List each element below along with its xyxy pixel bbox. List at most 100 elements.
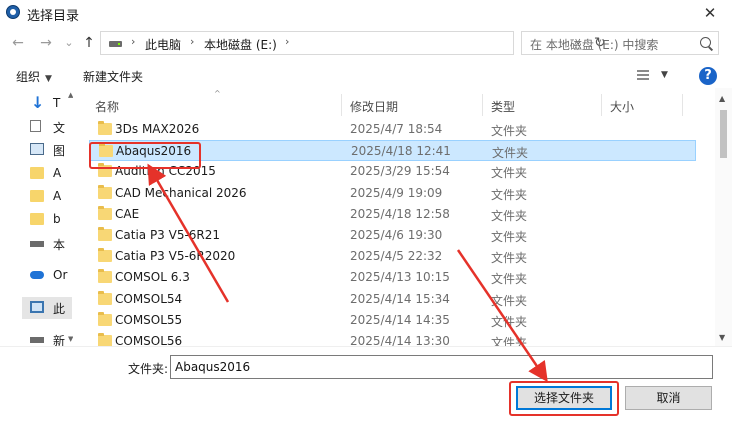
sidebar-item-label: 本	[53, 238, 66, 252]
cancel-button[interactable]: 取消	[625, 386, 712, 410]
column-divider[interactable]	[341, 94, 342, 116]
sidebar-item-new-volume[interactable]: 新	[22, 329, 73, 346]
close-button[interactable]: ✕	[688, 0, 732, 26]
table-row[interactable]: Catia P3 V5-6R2020 2025/4/5 22:32 文件夹	[89, 246, 696, 267]
file-date: 2025/4/9 19:09	[350, 185, 443, 200]
annotation-highlight-file	[89, 142, 201, 169]
sort-ascending-icon: ^	[214, 89, 221, 98]
sidebar-item-onedrive[interactable]: Or	[22, 265, 73, 287]
folder-label: 文件夹:	[128, 362, 169, 376]
folder-icon	[98, 290, 112, 305]
folder-icon	[98, 311, 112, 326]
file-date: 2025/4/6 19:30	[350, 227, 443, 242]
table-row[interactable]: 3Ds MAX2026 2025/4/7 18:54 文件夹	[89, 119, 696, 140]
column-divider[interactable]	[682, 94, 683, 116]
folder-icon	[30, 190, 44, 202]
breadcrumb-separator-icon[interactable]: ›	[190, 35, 194, 48]
view-options-icon[interactable]	[637, 70, 649, 82]
sidebar-item-label: A	[53, 166, 62, 180]
scrollbar-thumb[interactable]	[720, 110, 727, 158]
caret-down-icon: ▼	[45, 74, 52, 84]
table-row[interactable]: COMSOL55 2025/4/14 14:35 文件夹	[89, 310, 696, 331]
new-folder-button[interactable]: 新建文件夹	[83, 68, 143, 85]
sidebar-item-label: 文	[53, 121, 66, 135]
drive-icon	[30, 241, 44, 247]
document-icon	[30, 120, 41, 132]
table-row[interactable]: COMSOL 6.3 2025/4/13 10:15 文件夹	[89, 267, 696, 288]
file-type: 文件夹	[491, 229, 528, 244]
download-icon	[30, 93, 44, 112]
table-row[interactable]: CAD Mechanical 2026 2025/4/9 19:09 文件夹	[89, 183, 696, 204]
address-bar[interactable]: › 此电脑 › 本地磁盘 (E:) › ⌄ ↻	[100, 31, 606, 55]
file-type: 文件夹	[491, 335, 528, 346]
file-list-scrollbar[interactable]: ▲ ▼	[715, 88, 732, 346]
folder-icon	[30, 167, 44, 179]
search-box[interactable]: 在 本地磁盘 (E:) 中搜索	[521, 31, 719, 55]
column-modified[interactable]: 修改日期	[350, 98, 398, 115]
sidebar-item-folder-a1[interactable]: A	[22, 163, 73, 185]
view-caret-icon[interactable]: ▼	[661, 70, 668, 80]
organize-label: 组织	[16, 70, 41, 84]
command-toolbar: 组织 ▼ 新建文件夹 ▼ ?	[0, 64, 732, 88]
file-name: COMSOL 6.3	[115, 270, 190, 285]
table-row[interactable]: COMSOL54 2025/4/14 15:34 文件夹	[89, 289, 696, 310]
column-divider[interactable]	[482, 94, 483, 116]
breadcrumb-local-disk[interactable]: 本地磁盘 (E:)	[204, 36, 277, 53]
sidebar-item-this-pc[interactable]: 此	[22, 297, 72, 319]
file-name: COMSOL56	[115, 333, 183, 346]
organize-menu[interactable]: 组织 ▼	[16, 68, 52, 85]
sidebar-item-local-disk[interactable]: 本	[22, 233, 73, 255]
folder-icon	[98, 205, 112, 220]
up-icon[interactable]: ↑	[80, 34, 98, 52]
file-date: 2025/4/14 14:35	[350, 312, 450, 327]
recent-locations-icon[interactable]: ⌄	[60, 34, 78, 52]
sidebar-item-pictures[interactable]: 图	[22, 139, 73, 161]
search-placeholder[interactable]: 在 本地磁盘 (E:) 中搜索	[530, 36, 658, 53]
table-row[interactable]: CAE 2025/4/18 12:58 文件夹	[89, 204, 696, 225]
app-icon	[6, 5, 20, 19]
table-row[interactable]: COMSOL56 2025/4/14 13:30 文件夹	[89, 331, 696, 346]
sidebar-item-downloads[interactable]: T	[22, 93, 73, 115]
file-type: 文件夹	[491, 314, 528, 329]
breadcrumb-separator-icon[interactable]: ›	[285, 35, 289, 48]
folder-input[interactable]	[170, 355, 713, 379]
search-icon[interactable]	[700, 37, 711, 48]
forward-icon[interactable]: →	[37, 34, 55, 52]
column-header-row: ^ 名称 修改日期 类型 大小	[73, 88, 716, 118]
folder-icon	[30, 213, 44, 225]
column-size[interactable]: 大小	[610, 98, 634, 115]
file-date: 2025/4/5 22:32	[350, 249, 443, 264]
sidebar-item-label: b	[53, 212, 61, 226]
file-date: 2025/4/14 15:34	[350, 291, 450, 306]
file-name: CAE	[115, 206, 140, 221]
sidebar-item-documents[interactable]: 文	[22, 116, 73, 138]
file-date: 2025/4/7 18:54	[350, 122, 443, 136]
computer-icon	[30, 301, 44, 313]
file-type: 文件夹	[491, 208, 528, 223]
sidebar-item-folder-b[interactable]: b	[22, 209, 73, 231]
column-divider[interactable]	[601, 94, 602, 116]
column-type[interactable]: 类型	[491, 98, 515, 115]
file-type: 文件夹	[491, 124, 528, 138]
sidebar-item-label: A	[53, 189, 62, 203]
file-type: 文件夹	[491, 187, 528, 202]
table-row[interactable]: Catia P3 V5-6R21 2025/4/6 19:30 文件夹	[89, 225, 696, 246]
sidebar-item-label: 图	[53, 144, 66, 158]
scroll-down-icon[interactable]: ▼	[719, 333, 725, 342]
breadcrumb-separator-icon[interactable]: ›	[131, 35, 135, 48]
breadcrumb-this-pc[interactable]: 此电脑	[145, 36, 181, 53]
sidebar-item-label: 新	[53, 334, 66, 346]
file-name: 3Ds MAX2026	[115, 122, 200, 136]
file-type: 文件夹	[491, 272, 528, 287]
scroll-up-icon[interactable]: ▲	[719, 94, 725, 103]
file-date: 2025/4/18 12:58	[350, 206, 450, 221]
picture-icon	[30, 143, 44, 155]
annotation-highlight-button	[509, 381, 619, 416]
file-date: 2025/4/18 12:41	[351, 144, 451, 159]
back-icon[interactable]: ←	[9, 34, 27, 52]
file-type: 文件夹	[491, 166, 528, 181]
sidebar-item-folder-a2[interactable]: A	[22, 186, 73, 208]
folder-icon	[98, 269, 112, 284]
column-name[interactable]: 名称	[95, 98, 119, 115]
help-icon[interactable]: ?	[699, 67, 717, 85]
